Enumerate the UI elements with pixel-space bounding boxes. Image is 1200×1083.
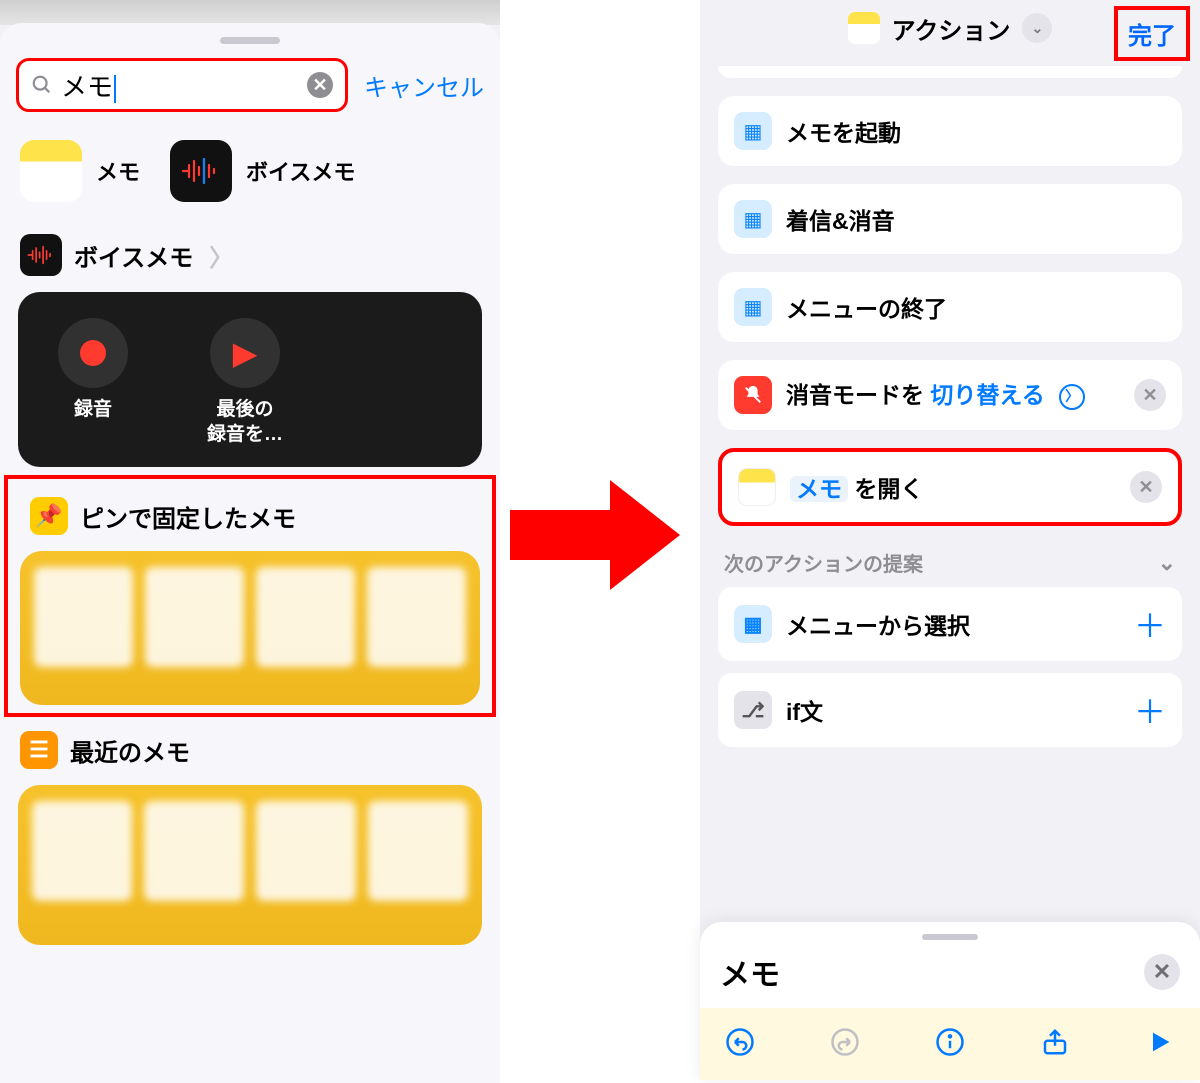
remove-action-button[interactable]: ✕	[1130, 471, 1162, 503]
chevron-down-icon[interactable]: ⌄	[1022, 13, 1052, 43]
menu-icon: ▦	[734, 288, 772, 326]
notes-app-icon	[20, 140, 82, 202]
sheet-grabber[interactable]	[220, 37, 280, 44]
shortcut-header: アクション ⌄ 完了	[700, 0, 1200, 56]
pinned-notes-widget[interactable]	[20, 551, 480, 705]
info-button[interactable]	[930, 1022, 970, 1062]
recent-icon: ☰	[20, 731, 58, 769]
search-row: メモ ✕ キャンセル	[0, 58, 500, 112]
share-button[interactable]	[1035, 1022, 1075, 1062]
note-thumb[interactable]	[256, 801, 356, 901]
voice-memos-icon	[20, 234, 62, 276]
shortcut-title[interactable]: アクション ⌄	[848, 11, 1053, 46]
suggestion-menu-select[interactable]: ▦ メニューから選択 ＋	[718, 587, 1182, 661]
pinned-notes-section: 📌 ピンで固定したメモ	[4, 475, 496, 717]
voice-memos-section-header[interactable]: ボイスメモ 〉	[0, 220, 500, 286]
pin-icon: 📌	[30, 497, 68, 535]
done-button[interactable]: 完了	[1114, 6, 1190, 61]
voice-memos-widget[interactable]: 録音 ▶ 最後の 録音を…	[18, 292, 482, 467]
action-open-notes[interactable]: メモ を開く ✕	[718, 448, 1182, 526]
chevron-right-icon: 〉	[209, 238, 233, 273]
add-icon[interactable]: ＋	[1134, 601, 1166, 647]
menu-icon: ▦	[734, 605, 772, 643]
disclosure-icon[interactable]: 〉	[1059, 384, 1085, 410]
toolbar	[700, 1008, 1200, 1080]
suggestions-header[interactable]: 次のアクションの提案 ⌄	[718, 544, 1182, 587]
search-text: メモ	[61, 67, 307, 104]
pinned-header[interactable]: 📌 ピンで固定したメモ	[20, 483, 480, 545]
right-phone: アクション ⌄ 完了 ▦ メモを起動 ▦ 着信&消音 ▦ メニューの終了	[700, 0, 1200, 1080]
note-thumb[interactable]	[34, 567, 133, 667]
action-ring-silent[interactable]: ▦ 着信&消音	[718, 184, 1182, 254]
note-thumb[interactable]	[32, 801, 132, 901]
chevron-down-icon: ⌄	[1158, 550, 1176, 576]
app-voice-memos[interactable]: ボイスメモ	[170, 140, 355, 202]
branch-icon: ⎇	[734, 691, 772, 729]
undo-button[interactable]	[720, 1022, 760, 1062]
shortcut-editor[interactable]: ▦ メモを起動 ▦ 着信&消音 ▦ メニューの終了 消音モードを 切り替える 〉	[700, 56, 1200, 747]
note-thumb[interactable]	[367, 567, 466, 667]
play-icon: ▶	[233, 334, 258, 372]
record-button[interactable]: 録音	[38, 318, 148, 447]
menu-icon: ▦	[734, 112, 772, 150]
note-thumb[interactable]	[144, 801, 244, 901]
close-icon[interactable]: ✕	[1144, 954, 1180, 990]
recent-notes-widget[interactable]	[18, 785, 482, 945]
recent-notes-header[interactable]: ☰ 最近のメモ	[0, 717, 500, 779]
cancel-button[interactable]: キャンセル	[364, 68, 484, 103]
bottom-sheet[interactable]: メモ ✕	[700, 922, 1200, 1080]
note-thumb[interactable]	[256, 567, 355, 667]
note-thumb[interactable]	[145, 567, 244, 667]
sheet-grabber[interactable]	[922, 934, 978, 940]
action-end-menu[interactable]: ▦ メニューの終了	[718, 272, 1182, 342]
left-phone: メモ ✕ キャンセル メモ ボイスメモ	[0, 0, 500, 1080]
remove-action-button[interactable]: ✕	[1134, 379, 1166, 411]
clear-icon[interactable]: ✕	[307, 72, 333, 98]
search-icon	[31, 74, 53, 96]
action-silent-mode[interactable]: 消音モードを 切り替える 〉 ✕	[718, 360, 1182, 430]
search-input[interactable]: メモ ✕	[16, 58, 348, 112]
action-launch-notes[interactable]: ▦ メモを起動	[718, 96, 1182, 166]
voice-memos-app-icon	[170, 140, 232, 202]
param-toggle[interactable]: 切り替える	[930, 382, 1044, 408]
redo-button[interactable]	[825, 1022, 865, 1062]
notes-icon	[848, 12, 880, 44]
app-results: メモ ボイスメモ	[0, 112, 500, 220]
suggestion-if[interactable]: ⎇ if文 ＋	[718, 673, 1182, 747]
last-recording-button[interactable]: ▶ 最後の 録音を…	[190, 318, 300, 447]
bottom-sheet-title: メモ	[720, 950, 1144, 994]
record-icon	[80, 340, 106, 366]
add-icon[interactable]: ＋	[1134, 687, 1166, 733]
notes-icon	[738, 468, 776, 506]
app-notes[interactable]: メモ	[20, 140, 140, 202]
run-button[interactable]	[1140, 1022, 1180, 1062]
param-app[interactable]: メモ	[790, 476, 848, 502]
note-thumb[interactable]	[368, 801, 468, 901]
menu-icon: ▦	[734, 200, 772, 238]
bell-slash-icon	[734, 376, 772, 414]
